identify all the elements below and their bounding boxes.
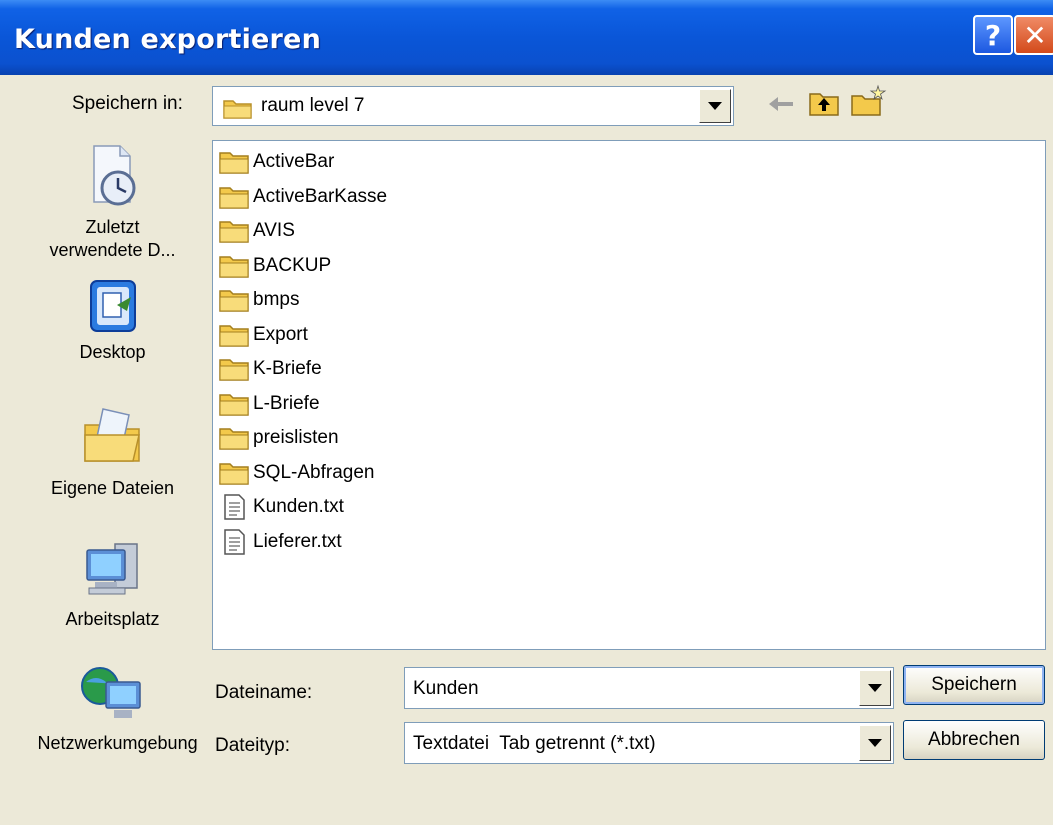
- back-arrow-icon[interactable]: [767, 94, 797, 114]
- network-icon: [80, 667, 141, 718]
- place-my-documents-label: Eigene Dateien: [50, 478, 175, 498]
- place-desktop-label: Desktop: [79, 342, 146, 362]
- list-item-label: Lieferer.txt: [253, 530, 342, 552]
- my-documents-icon: [83, 408, 140, 462]
- file-name-value: Kunden: [413, 678, 479, 699]
- list-item[interactable]: ActiveBarKasse: [219, 182, 387, 212]
- folder-icon: [219, 221, 249, 243]
- file-type-dropdown[interactable]: Textdatei Tab getrennt (*.txt): [404, 722, 894, 764]
- text-file-icon: [224, 528, 245, 555]
- list-item[interactable]: bmps: [219, 285, 299, 315]
- file-name-input[interactable]: Kunden: [404, 667, 894, 709]
- close-button[interactable]: ✕: [1014, 15, 1053, 55]
- file-type-dropdown-button[interactable]: [859, 725, 891, 761]
- list-item-label: L-Briefe: [253, 392, 320, 414]
- list-item[interactable]: L-Briefe: [219, 389, 320, 419]
- help-button[interactable]: ?: [973, 15, 1013, 55]
- save-in-value: raum level 7: [261, 95, 365, 116]
- place-my-documents[interactable]: Eigene Dateien: [30, 405, 195, 500]
- folder-icon: [219, 186, 249, 209]
- list-item[interactable]: Lieferer.txt: [219, 527, 342, 557]
- window-title: Kunden exportieren: [14, 24, 321, 55]
- text-file-icon: [224, 494, 245, 520]
- list-item[interactable]: BACKUP: [219, 251, 331, 281]
- list-item-label: ActiveBarKasse: [253, 185, 388, 207]
- save-in-dropdown-button[interactable]: [699, 89, 731, 123]
- place-my-computer[interactable]: Arbeitsplatz: [30, 536, 195, 631]
- folder-icon: [219, 255, 249, 278]
- list-item-label: ActiveBar: [253, 151, 335, 172]
- place-network-label: Netzwerkumgebung: [37, 733, 198, 753]
- desktop-icon: [89, 280, 136, 332]
- list-item-label: AVIS: [253, 220, 295, 241]
- new-folder-icon[interactable]: [850, 84, 888, 118]
- file-name-dropdown-button[interactable]: [859, 670, 891, 706]
- list-item-label: BACKUP: [253, 254, 332, 276]
- folder-icon: [219, 290, 249, 312]
- place-desktop[interactable]: Desktop: [30, 275, 195, 364]
- my-computer-icon: [85, 543, 138, 595]
- list-item[interactable]: SQL-Abfragen: [219, 458, 374, 488]
- list-item-label: SQL-Abfragen: [253, 461, 375, 483]
- folder-icon: [219, 393, 249, 416]
- file-list[interactable]: ActiveBar ActiveBarKasse AVIS BACKUP bmps Exp…: [212, 140, 1046, 650]
- place-my-computer-label: Arbeitsplatz: [65, 609, 160, 629]
- up-folder-icon[interactable]: [808, 88, 840, 118]
- list-item-label: bmps: [253, 289, 300, 310]
- cancel-button[interactable]: Abbrechen: [903, 720, 1045, 760]
- folder-icon: [219, 359, 249, 381]
- list-item-label: Export: [253, 323, 308, 345]
- save-button[interactable]: Speichern: [903, 665, 1045, 705]
- list-item[interactable]: K-Briefe: [219, 354, 322, 384]
- folder-icon: [219, 462, 249, 485]
- title-bar[interactable]: Kunden exportieren ? ✕: [0, 0, 1053, 75]
- list-item[interactable]: Kunden.txt: [219, 492, 344, 522]
- save-in-label: Speichern in:: [72, 93, 183, 114]
- recent-documents-icon: [92, 145, 135, 206]
- list-item-label: K-Briefe: [253, 358, 322, 379]
- place-recent[interactable]: Zuletzt verwendete D...: [30, 142, 195, 262]
- place-recent-label: Zuletzt verwendete D...: [49, 217, 176, 260]
- list-item[interactable]: preislisten: [219, 423, 339, 453]
- save-in-dropdown[interactable]: raum level 7: [212, 86, 734, 126]
- file-type-value: Textdatei Tab getrennt (*.txt): [413, 733, 656, 754]
- folder-icon: [219, 324, 249, 347]
- file-type-label: Dateityp:: [215, 735, 290, 756]
- place-network[interactable]: Netzwerkumgebung: [30, 662, 198, 755]
- list-item-label: Kunden.txt: [253, 496, 344, 517]
- list-item[interactable]: ActiveBar: [219, 147, 334, 177]
- folder-icon: [223, 100, 252, 119]
- folder-icon: [219, 152, 249, 174]
- folder-icon: [219, 428, 249, 450]
- list-item[interactable]: AVIS: [219, 216, 295, 246]
- list-item-label: preislisten: [253, 427, 339, 448]
- file-name-label: Dateiname:: [215, 682, 313, 703]
- list-item[interactable]: Export: [219, 320, 308, 350]
